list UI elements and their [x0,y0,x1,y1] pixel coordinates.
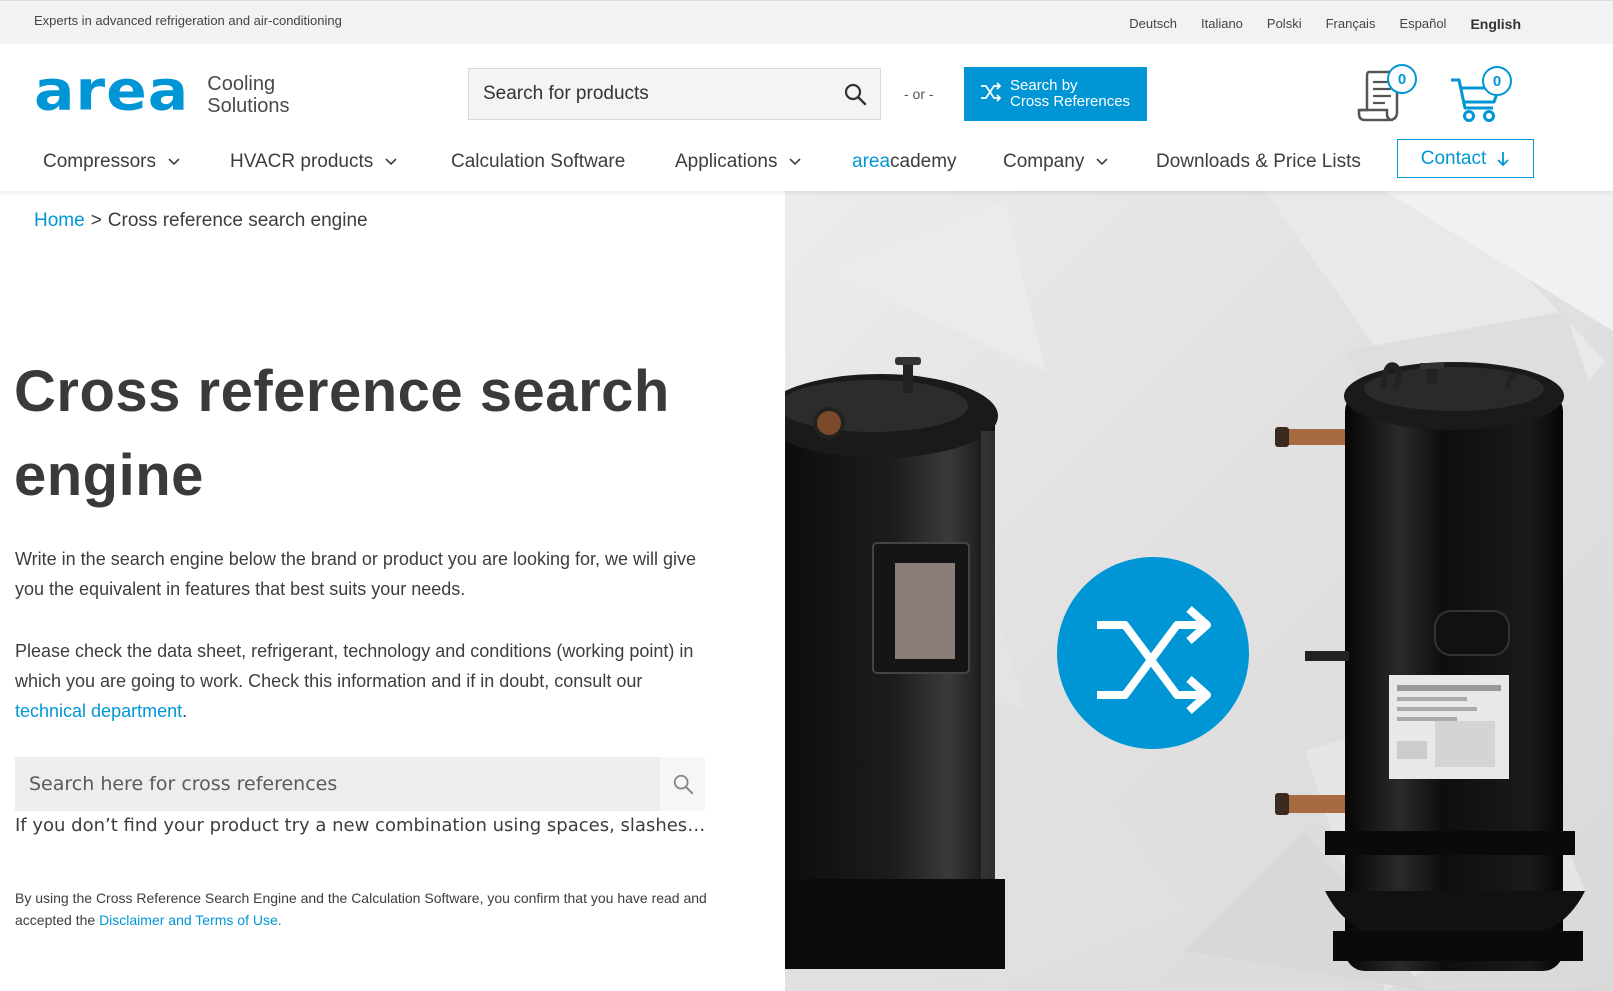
xref-label-line2: Cross References [1010,93,1131,110]
cross-reference-search [15,757,705,811]
logo-subtitle: Cooling Solutions [207,73,289,117]
nav-label-accent: area [852,151,891,172]
lang-espanol[interactable]: Español [1399,16,1446,32]
tagline: Experts in advanced refrigeration and ai… [34,13,342,28]
cart-count-badge: 0 [1482,66,1512,96]
cross-reference-search-input[interactable] [15,757,660,811]
nav-hvacr-products[interactable]: HVACR products [230,151,397,173]
nav-label: HVACR products [230,151,374,172]
logo-sub-line1: Cooling [207,73,276,95]
check-info-paragraph: Please check the data sheet, refrigerant… [15,636,715,726]
chevron-down-icon [168,158,180,166]
hero-compressors-image [785,191,1613,991]
disclaimer: By using the Cross Reference Search Engi… [15,887,735,931]
nav-label: Company [1003,151,1085,172]
contact-button[interactable]: Contact [1397,139,1534,178]
top-utility-bar: Experts in advanced refrigeration and ai… [0,0,1613,44]
lang-english[interactable]: English [1470,16,1521,32]
cart-button[interactable]: 0 [1449,64,1517,126]
nav-label-rest: cademy [890,151,957,172]
lang-deutsch[interactable]: Deutsch [1129,16,1177,32]
contact-label: Contact [1420,147,1487,169]
chevron-down-icon [789,158,802,166]
lang-italiano[interactable]: Italiano [1201,16,1243,32]
breadcrumb-current: Cross reference search engine [107,210,368,231]
search-by-cross-references-button[interactable]: Search by Cross References [964,67,1147,121]
or-separator: - or - [904,86,934,102]
search-hint: If you don’t find your product try a new… [15,815,706,836]
breadcrumb-home[interactable]: Home [34,210,85,231]
nav-company[interactable]: Company [1003,151,1108,173]
nav-label: Downloads & Price Lists [1156,151,1361,172]
search-icon [673,774,693,795]
product-search [468,68,881,120]
page-title: Cross reference search engine [14,359,670,508]
cross-reference-search-button[interactable] [660,757,705,811]
xref-button-label: Search by Cross References [1010,78,1138,110]
shuffle-icon [980,81,1002,107]
logo-sub-line2: Solutions [207,95,290,117]
chevron-down-icon [385,158,397,166]
nav-downloads-price-lists[interactable]: Downloads & Price Lists [1156,151,1361,173]
product-search-input[interactable] [469,83,830,105]
nav-applications[interactable]: Applications [675,151,802,173]
disclaimer-terms-link[interactable]: Disclaimer and Terms of Use. [99,912,282,928]
breadcrumb: Home > Cross reference search engine [34,210,368,232]
site-header: area Cooling Solutions - or - Search by … [0,44,1613,191]
quote-list-button[interactable]: 0 [1357,64,1419,126]
technical-department-link[interactable]: technical department [15,701,182,721]
nav-label: Calculation Software [451,151,626,172]
breadcrumb-separator: > [90,210,102,231]
nav-compressors[interactable]: Compressors [43,151,180,173]
logo[interactable]: area Cooling Solutions [34,58,290,124]
check-info-text: Please check the data sheet, refrigerant… [15,641,694,691]
logo-wordmark: area [34,58,190,124]
check-info-end: . [182,701,188,721]
nav-areacademy[interactable]: area cademy [852,151,957,173]
language-switcher: Deutsch Italiano Polski Français Español… [1105,16,1521,32]
main-nav: Compressors HVACR products Calculation S… [0,139,1613,191]
chevron-down-icon [1096,158,1108,166]
lang-polski[interactable]: Polski [1267,16,1302,32]
search-icon[interactable] [830,69,880,119]
nav-label: Applications [675,151,778,172]
nav-label: Compressors [43,151,156,172]
hero-illustration [785,191,1613,991]
quote-count-badge: 0 [1387,64,1417,94]
intro-paragraph: Write in the search engine below the bra… [15,549,697,599]
nav-calculation-software[interactable]: Calculation Software [451,151,625,173]
lang-francais[interactable]: Français [1326,16,1376,32]
xref-label-line1: Search by [1010,77,1078,94]
arrow-down-icon [1497,151,1509,166]
